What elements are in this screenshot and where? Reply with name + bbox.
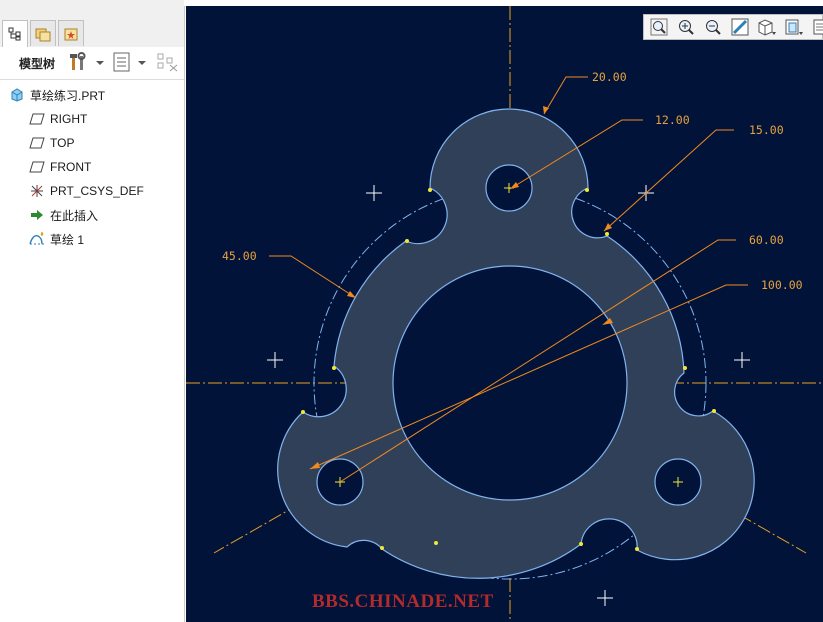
- datum-plane-icon: [28, 111, 46, 127]
- view-toolbar: [643, 14, 823, 40]
- more-icon[interactable]: [810, 18, 823, 36]
- insert-here-arrow-icon: [28, 207, 46, 223]
- tree-item-insert-here[interactable]: 在此插入: [28, 204, 98, 226]
- tree-item-part[interactable]: 草绘练习.PRT: [8, 84, 105, 106]
- tools-icon[interactable]: [68, 52, 90, 75]
- show-icon[interactable]: [157, 52, 179, 75]
- navigator-tabbar: [0, 0, 184, 48]
- tree-item-label: PRT_CSYS_DEF: [50, 184, 144, 198]
- tree-item-label: 在此插入: [50, 208, 99, 223]
- csys-icon: [28, 183, 46, 199]
- dimension-15[interactable]: 15.00: [749, 123, 784, 137]
- dimension-20[interactable]: 20.00: [592, 70, 627, 84]
- settings-dropdown-caret[interactable]: [138, 61, 146, 65]
- model-tree-toolbar: 模型树: [0, 47, 184, 80]
- graphics-window[interactable]: 20.00 12.00 15.00 45.00 60.00 100.00: [186, 6, 823, 622]
- datum-plane-icon: [28, 159, 46, 175]
- tab-model-tree[interactable]: [2, 20, 28, 47]
- sketch-canvas[interactable]: 20.00 12.00 15.00 45.00 60.00 100.00: [186, 6, 823, 622]
- tree-item-right[interactable]: RIGHT: [28, 108, 87, 130]
- zoom-out-icon[interactable]: [703, 18, 723, 36]
- tab-favorites[interactable]: [58, 20, 84, 46]
- datum-plane-icon: [28, 135, 46, 151]
- tree-item-label: FRONT: [50, 160, 92, 174]
- tree-item-top[interactable]: TOP: [28, 132, 74, 154]
- sketch-icon: [28, 231, 46, 247]
- saved-orientations-icon[interactable]: [757, 18, 777, 36]
- tools-dropdown-caret[interactable]: [96, 61, 104, 65]
- dimension-100[interactable]: 100.00: [761, 278, 803, 292]
- tab-folder-browser[interactable]: [30, 20, 56, 46]
- refit-icon[interactable]: [649, 18, 669, 36]
- tree-item-label: 草绘 1: [50, 232, 85, 247]
- tree-item-label: 草绘练习.PRT: [30, 88, 106, 103]
- settings-list-icon[interactable]: [113, 52, 131, 75]
- center-bore[interactable]: [392, 265, 628, 501]
- dimension-45[interactable]: 45.00: [222, 249, 257, 263]
- tree-item-sketch[interactable]: 草绘 1: [28, 228, 84, 250]
- dimension-12[interactable]: 12.00: [655, 113, 690, 127]
- model-tree-icon: [8, 27, 21, 41]
- watermark: BBS.CHINADE.NET: [312, 591, 494, 612]
- tree-item-front[interactable]: FRONT: [28, 156, 91, 178]
- display-style-icon[interactable]: [784, 18, 804, 36]
- tree-item-csys[interactable]: PRT_CSYS_DEF: [28, 180, 144, 202]
- dimension-60[interactable]: 60.00: [749, 233, 784, 247]
- part-icon: [8, 87, 26, 103]
- model-tree-panel: 模型树 草绘练习.PRT RIGHT TOP FRONT PRT_CSYS_DE…: [0, 0, 185, 622]
- favorites-icon: [64, 28, 78, 40]
- model-tree-title: 模型树: [19, 57, 56, 71]
- folder-browser-icon: [35, 28, 51, 41]
- zoom-in-icon[interactable]: [676, 18, 696, 36]
- repaint-icon[interactable]: [730, 18, 750, 36]
- tree-item-label: RIGHT: [50, 112, 88, 126]
- tree-item-label: TOP: [50, 136, 75, 150]
